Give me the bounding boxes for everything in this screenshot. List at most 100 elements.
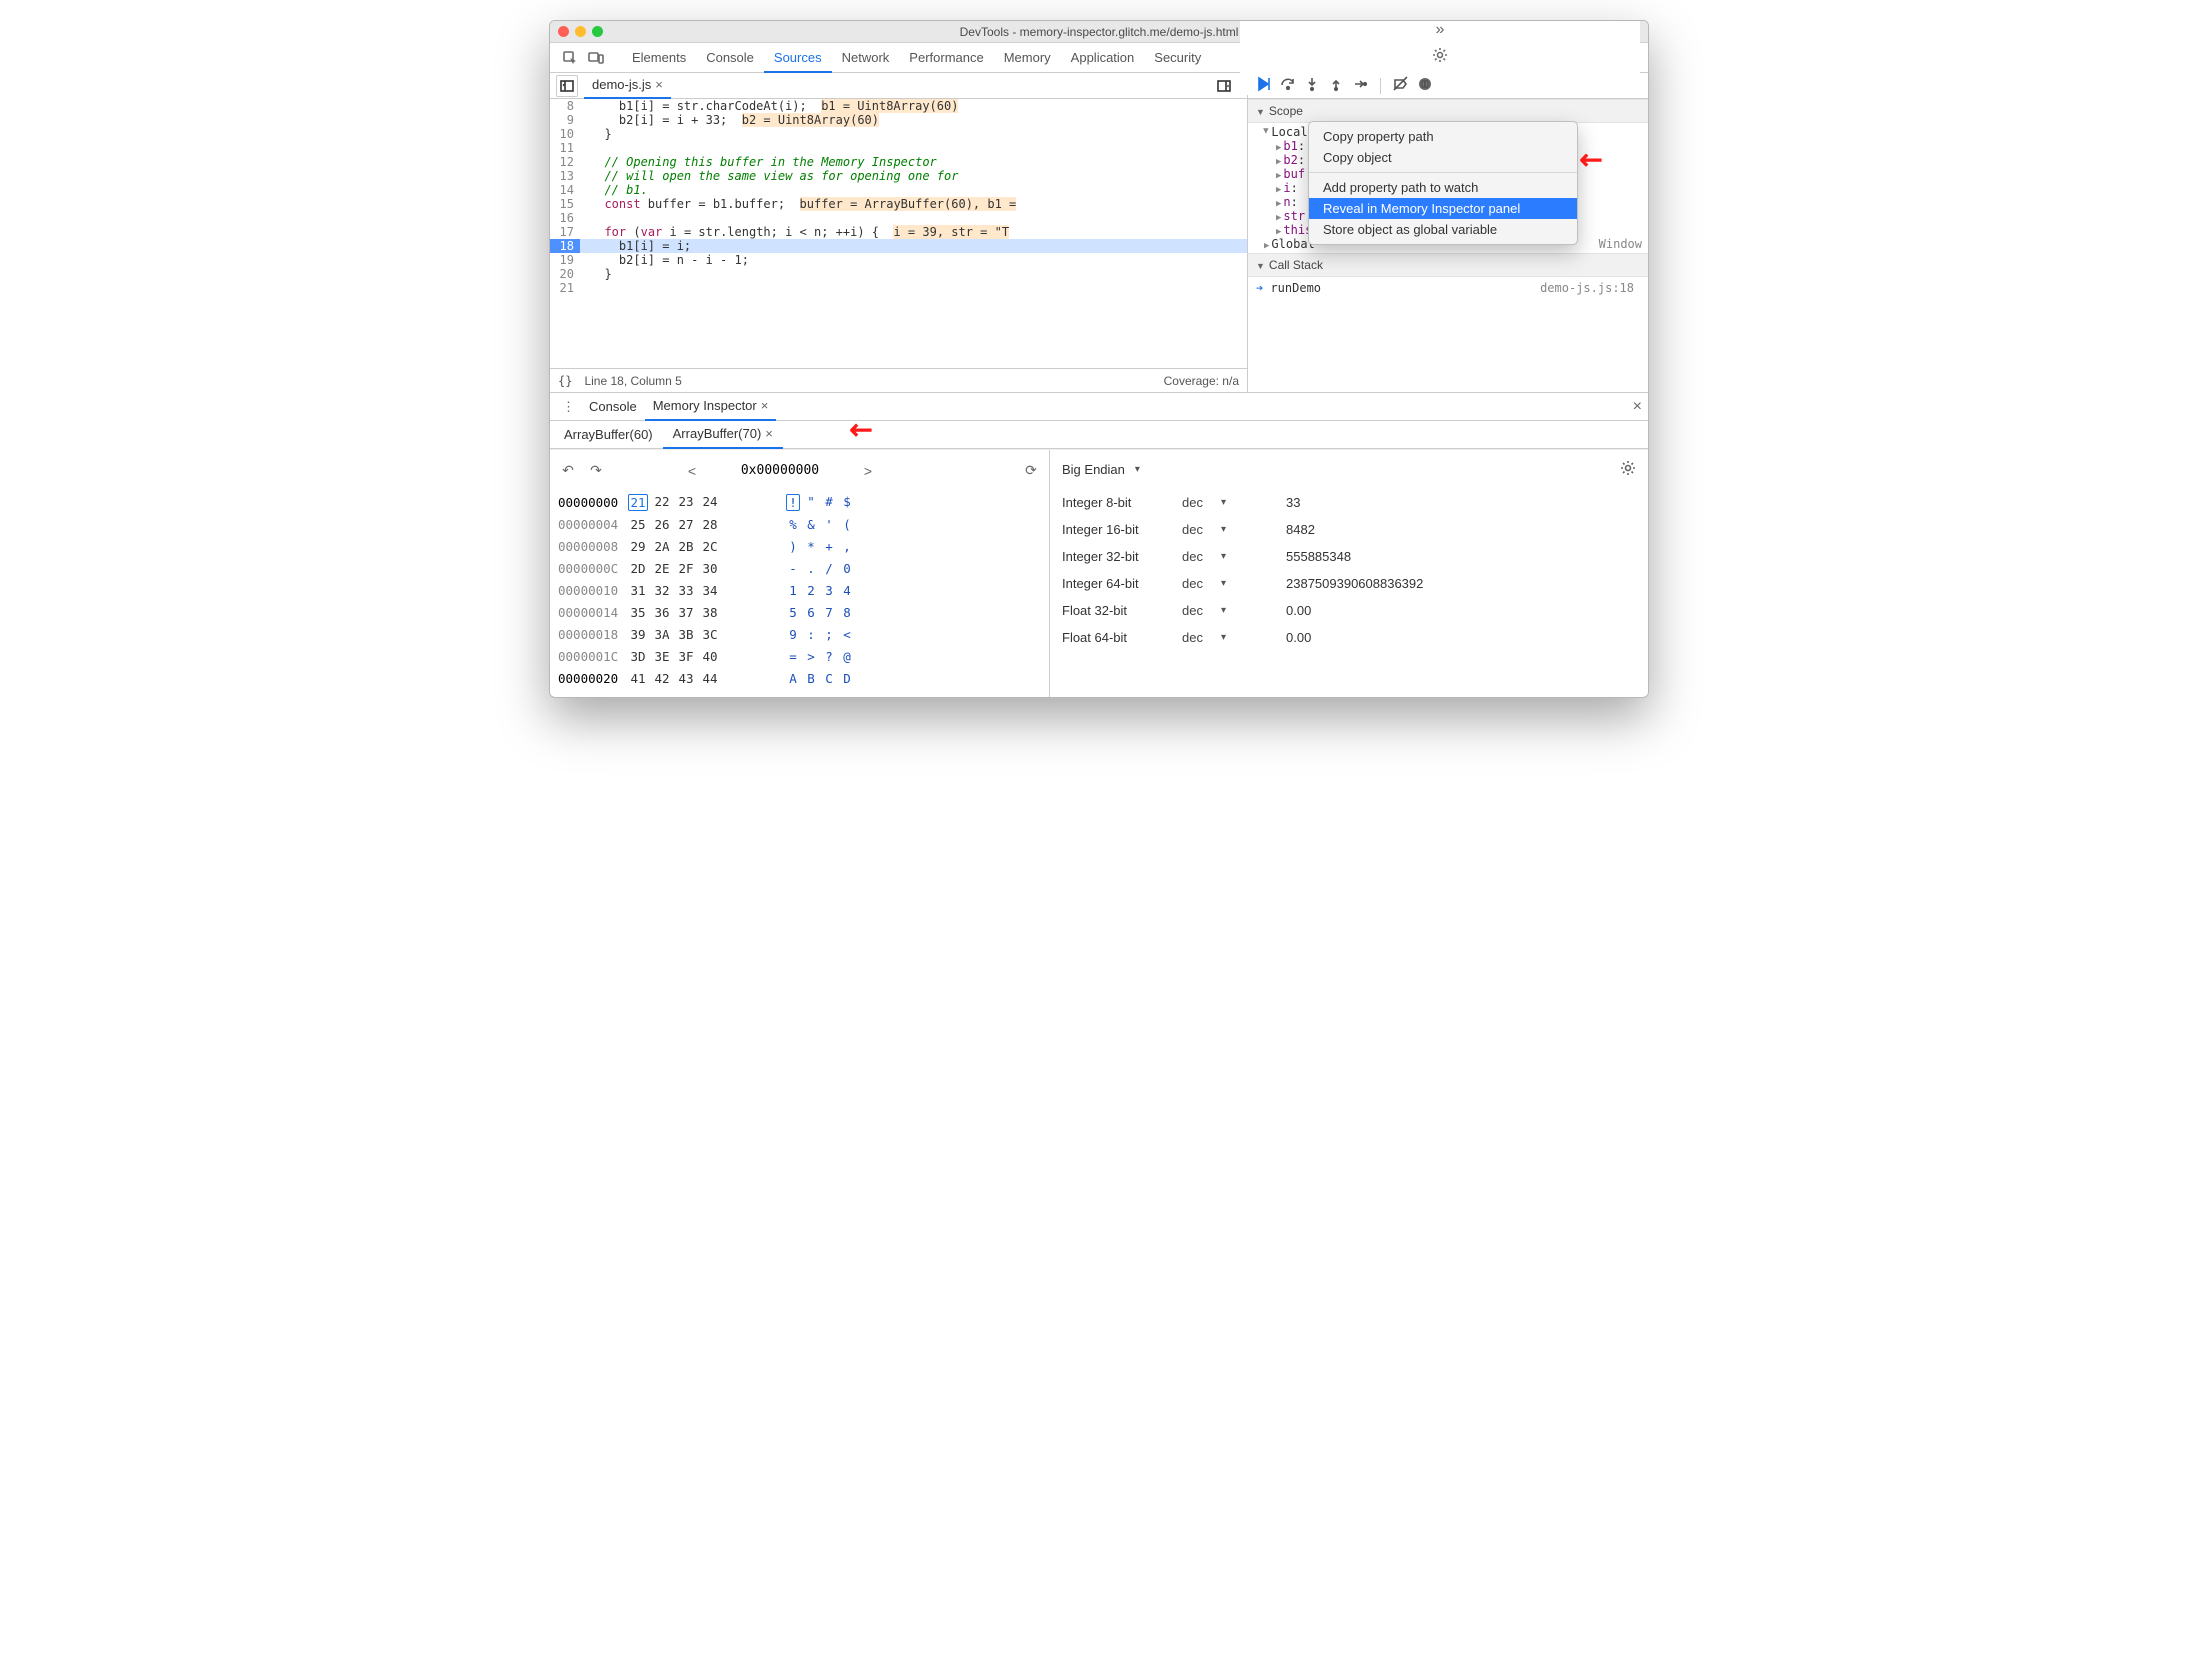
next-address-button[interactable]: > <box>858 463 878 479</box>
address-input[interactable] <box>710 460 850 481</box>
code-line[interactable]: 8 b1[i] = str.charCodeAt(i); b1 = Uint8A… <box>550 99 1247 113</box>
hex-row[interactable]: 0000000021222324!"#$ <box>558 491 1041 513</box>
context-menu-item[interactable]: Store object as global variable <box>1309 219 1577 240</box>
code-line[interactable]: 18 b1[i] = i; <box>550 239 1247 253</box>
close-file-icon[interactable]: × <box>655 77 663 92</box>
code-line[interactable]: 10 } <box>550 127 1247 141</box>
drawer-tabbar: ⋮ ConsoleMemory Inspector× × <box>550 393 1648 421</box>
interpreter-row: Integer 32-bit dec 555885348 <box>1062 543 1636 570</box>
file-tab-label: demo-js.js <box>592 77 651 92</box>
code-line[interactable]: 21 <box>550 281 1247 295</box>
context-menu-item[interactable]: Copy property path <box>1309 126 1577 147</box>
callstack-section-header[interactable]: Call Stack <box>1248 253 1648 277</box>
file-tab-demo-js[interactable]: demo-js.js × <box>584 73 671 99</box>
drawer-kebab-icon[interactable]: ⋮ <box>556 399 581 415</box>
code-line[interactable]: 9 b2[i] = i + 33; b2 = Uint8Array(60) <box>550 113 1247 127</box>
code-line[interactable]: 12 // Opening this buffer in the Memory … <box>550 155 1247 169</box>
close-drawer-icon[interactable]: × <box>1633 398 1642 416</box>
code-line[interactable]: 15 const buffer = b1.buffer; buffer = Ar… <box>550 197 1247 211</box>
tab-network[interactable]: Network <box>832 43 900 73</box>
settings-icon[interactable] <box>1428 43 1452 67</box>
context-menu: Copy property pathCopy object Add propert… <box>1308 121 1578 245</box>
endianness-select[interactable]: Big Endian <box>1062 462 1140 477</box>
format-select[interactable]: dec <box>1182 603 1272 618</box>
scope-section-header[interactable]: Scope <box>1248 99 1648 123</box>
interpreter-settings-icon[interactable] <box>1620 460 1636 479</box>
tab-memory[interactable]: Memory <box>994 43 1061 73</box>
code-editor[interactable]: 8 b1[i] = str.charCodeAt(i); b1 = Uint8A… <box>550 99 1247 368</box>
tab-security[interactable]: Security <box>1144 43 1211 73</box>
value-interpreter: Big Endian Integer 8-bit dec 33Integer 1… <box>1050 450 1648 697</box>
interpreter-row: Integer 16-bit dec 8482 <box>1062 516 1636 543</box>
tab-application[interactable]: Application <box>1061 43 1145 73</box>
resume-button[interactable] <box>1256 76 1272 95</box>
devtools-window: DevTools - memory-inspector.glitch.me/de… <box>549 20 1649 698</box>
code-line[interactable]: 19 b2[i] = n - i - 1; <box>550 253 1247 267</box>
code-line[interactable]: 14 // b1. <box>550 183 1247 197</box>
drawer-tab-memory-inspector[interactable]: Memory Inspector× <box>645 393 777 421</box>
tab-performance[interactable]: Performance <box>899 43 993 73</box>
hex-row[interactable]: 0000000C2D2E2F30-./0 <box>558 557 1041 579</box>
format-select[interactable]: dec <box>1182 495 1272 510</box>
pause-on-exceptions-button[interactable] <box>1417 76 1433 95</box>
file-tabbar: demo-js.js × <box>550 73 1247 99</box>
deactivate-breakpoints-button[interactable] <box>1393 76 1409 95</box>
code-line[interactable]: 17 for (var i = str.length; i < n; ++i) … <box>550 225 1247 239</box>
interpreter-row: Integer 8-bit dec 33 <box>1062 489 1636 516</box>
code-line[interactable]: 16 <box>550 211 1247 225</box>
buffer-tabbar: ArrayBuffer(60)ArrayBuffer(70)× ↙ <box>550 421 1648 449</box>
close-tab-icon[interactable]: × <box>761 398 769 413</box>
prev-address-button[interactable]: < <box>682 463 702 479</box>
format-select[interactable]: dec <box>1182 549 1272 564</box>
code-line[interactable]: 13 // will open the same view as for ope… <box>550 169 1247 183</box>
pretty-print-icon[interactable]: {} <box>558 374 572 388</box>
context-menu-item[interactable]: Copy object <box>1309 147 1577 168</box>
close-tab-icon[interactable]: × <box>765 426 773 441</box>
device-toolbar-icon[interactable] <box>584 46 608 70</box>
memory-hex-view: ↶ ↷ < > ⟳ 0000000021222324!"#$0000000425… <box>550 450 1050 697</box>
step-into-button[interactable] <box>1304 76 1320 95</box>
hex-row[interactable]: 00000018393A3B3C9:;< <box>558 623 1041 645</box>
step-button[interactable] <box>1352 76 1368 95</box>
format-select[interactable]: dec <box>1182 576 1272 591</box>
hex-row[interactable]: 00000008292A2B2C)*+, <box>558 535 1041 557</box>
tab-console[interactable]: Console <box>696 43 764 73</box>
callstack-frame[interactable]: ➔ runDemo demo-js.js:18 <box>1256 281 1640 295</box>
undo-icon[interactable]: ↶ <box>558 462 578 479</box>
editor-statusbar: {} Line 18, Column 5 Coverage: n/a <box>550 368 1247 392</box>
tab-elements[interactable]: Elements <box>622 43 696 73</box>
buffer-tab[interactable]: ArrayBuffer(60) <box>554 421 663 449</box>
interpreter-row: Float 32-bit dec 0.00 <box>1062 597 1636 624</box>
context-menu-item[interactable]: Add property path to watch <box>1309 177 1577 198</box>
memory-nav: ↶ ↷ < > ⟳ <box>558 460 1041 481</box>
hex-row[interactable]: 00000010313233341234 <box>558 579 1041 601</box>
main-tabbar: ElementsConsoleSourcesNetworkPerformance… <box>550 43 1648 73</box>
step-out-button[interactable] <box>1328 76 1344 95</box>
debugger-toolbar <box>1248 73 1648 99</box>
refresh-icon[interactable]: ⟳ <box>1021 462 1041 479</box>
code-line[interactable]: 11 <box>550 141 1247 155</box>
hex-row[interactable]: 0000002041424344ABCD <box>558 667 1041 689</box>
hex-row[interactable]: 0000000425262728%&'( <box>558 513 1041 535</box>
interpreter-row: Integer 64-bit dec 2387509390608836392 <box>1062 570 1636 597</box>
sources-panel: demo-js.js × 8 b1[i] = str.charCodeAt(i)… <box>550 73 1248 392</box>
buffer-tab[interactable]: ArrayBuffer(70)× <box>663 421 783 449</box>
coverage-status: Coverage: n/a <box>1164 374 1239 388</box>
tab-sources[interactable]: Sources <box>764 43 832 73</box>
more-tabs-button[interactable]: » <box>1436 21 1445 39</box>
hex-row[interactable]: 00000014353637385678 <box>558 601 1041 623</box>
show-navigator-icon[interactable] <box>556 75 578 97</box>
memory-inspector-body: ↶ ↷ < > ⟳ 0000000021222324!"#$0000000425… <box>550 449 1648 697</box>
drawer-tab-console[interactable]: Console <box>581 393 645 421</box>
inspect-element-icon[interactable] <box>558 46 582 70</box>
debugger-panel: Scope Local b1: …b2: …buf: i: n: str: uf… <box>1248 73 1648 392</box>
cursor-position: Line 18, Column 5 <box>584 374 681 388</box>
code-line[interactable]: 20 } <box>550 267 1247 281</box>
format-select[interactable]: dec <box>1182 522 1272 537</box>
context-menu-item[interactable]: Reveal in Memory Inspector panel <box>1309 198 1577 219</box>
hex-row[interactable]: 0000001C3D3E3F40=>?@ <box>558 645 1041 667</box>
toggle-debugger-icon[interactable] <box>1213 75 1235 97</box>
format-select[interactable]: dec <box>1182 630 1272 645</box>
step-over-button[interactable] <box>1280 76 1296 95</box>
redo-icon[interactable]: ↷ <box>586 462 606 479</box>
